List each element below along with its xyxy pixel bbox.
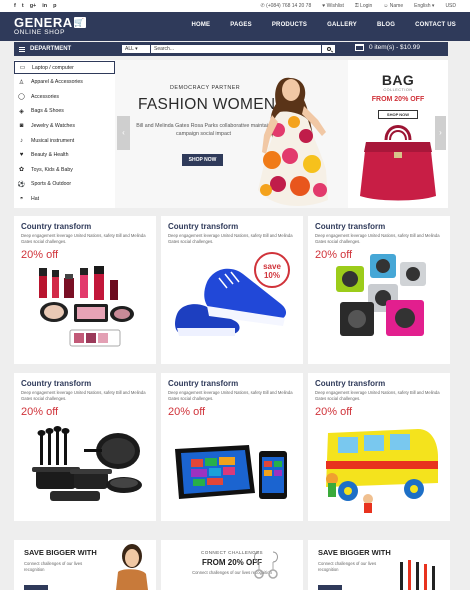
currency-select[interactable]: USD	[445, 3, 456, 9]
menu-icon	[19, 46, 25, 52]
sidebar-item-hat[interactable]: ◓ Hat	[14, 192, 115, 207]
earrings-image	[254, 551, 278, 579]
name-link[interactable]: ☺ Name	[383, 3, 403, 9]
product-card-cookware[interactable]: Country transform Deep engagement levera…	[14, 373, 156, 521]
nav-home[interactable]: HOME	[191, 22, 210, 28]
sidebar-item-apparel[interactable]: ♙ Apparel & Accessories	[14, 75, 115, 90]
sidebar-item-toys[interactable]: ✿ Toys, Kids & Baby	[14, 163, 115, 178]
sidebar-item-beauty[interactable]: ♥ Beauty & Health	[14, 148, 115, 163]
department-toggle[interactable]: DEPARTMENT	[14, 42, 115, 56]
banner-save-bigger-left[interactable]: SAVE BIGGER WITH Connect challenges of o…	[14, 540, 156, 590]
laptop-icon: ▭	[19, 65, 26, 71]
department-label: DEPARTMENT	[30, 46, 72, 52]
banner-from-20-off[interactable]: CONNECT CHALLENGES FROM 20% OFF Connect …	[161, 540, 303, 590]
banner-save-bigger-right[interactable]: SAVE BIGGER WITH Connect challenges of o…	[308, 540, 450, 590]
handbag-image	[360, 125, 436, 201]
hero-slider: ‹ DEMOCRACY PARTNER FASHION WOMEN Bill a…	[115, 60, 350, 208]
heart-icon: ♥	[19, 152, 24, 159]
phone-number: ✆ (+084) 768 14 20 78	[260, 3, 312, 9]
product-card-sneakers[interactable]: Country transform Deep engagement levera…	[161, 216, 303, 364]
product-card-toy-bus[interactable]: Country transform Deep engagement levera…	[308, 373, 450, 521]
cart-text: 0 item(s) - $10.99	[369, 44, 420, 51]
logo-subtitle: ONLINE SHOP	[14, 29, 66, 36]
ball-icon: ⚽	[17, 181, 26, 188]
guitar-icon: ♪	[20, 137, 23, 144]
product-card-tablet[interactable]: Country transform Deep engagement levera…	[161, 373, 303, 521]
cosmetics-image	[39, 266, 134, 347]
sidebar-item-accessories[interactable]: ◯ Accessories	[14, 90, 115, 105]
nav-pages[interactable]: PAGES	[230, 22, 252, 28]
search-icon	[326, 47, 331, 51]
banner-model-image	[116, 544, 148, 590]
google-plus-icon[interactable]: g+	[30, 3, 37, 9]
twitter-icon[interactable]: t	[22, 3, 24, 9]
category-sidebar: ▭ Laptop / computer ♙ Apparel & Accessorie…	[14, 60, 115, 208]
utility-links: ✆ (+084) 768 14 20 78 ♥ Wishlist ⚿ Login…	[260, 3, 456, 9]
kitchen-tools-image	[400, 560, 435, 590]
linkedin-icon[interactable]: in	[42, 3, 47, 9]
facebook-icon[interactable]: f	[14, 3, 16, 9]
sidebar-item-jewelry[interactable]: ◙ Jewelry & Watches	[14, 119, 115, 134]
nav-gallery[interactable]: GALLERY	[327, 22, 357, 28]
hero-shop-now-button[interactable]: SHOP NOW	[182, 154, 223, 166]
search-input[interactable]: Search...	[151, 45, 321, 53]
search-category-select[interactable]: ALL ▾	[122, 45, 150, 53]
shirt-icon: ♙	[18, 79, 25, 86]
nav-blog[interactable]: BLOG	[377, 22, 395, 28]
cookware-image	[32, 426, 142, 501]
nav-contact[interactable]: CONTACT US	[415, 22, 456, 28]
slider-next-button[interactable]: ›	[435, 116, 446, 150]
site-logo[interactable]: GENERA 🛒 ONLINE SHOP	[14, 15, 86, 36]
sidebar-item-music[interactable]: ♪ Musical instrument	[14, 133, 115, 148]
language-select[interactable]: English ▾	[414, 3, 434, 9]
top-utility-bar: f t g+ in p ✆ (+084) 768 14 20 78 ♥ Wish…	[0, 0, 470, 12]
login-link[interactable]: ⚿ Login	[355, 3, 372, 9]
sidebar-item-laptop[interactable]: ▭ Laptop / computer	[14, 61, 115, 74]
sidebar-item-bags[interactable]: ◈ Bags & Shoes	[14, 104, 115, 119]
social-links: f t g+ in p	[14, 3, 57, 9]
save-badge: save 10%	[254, 252, 290, 288]
product-card-cosmetics[interactable]: Country transform Deep engagement levera…	[14, 216, 156, 364]
product-card-speakers[interactable]: Country transform Deep engagement levera…	[308, 216, 450, 364]
cart-summary[interactable]: 0 item(s) - $10.99	[355, 44, 420, 51]
toy-icon: ✿	[18, 167, 25, 174]
hero-model-image	[258, 77, 328, 206]
logo-cart-icon: 🛒	[73, 17, 86, 28]
sidebar-item-sports[interactable]: ⚽ Sports & Outdoor	[14, 177, 115, 192]
watch-icon: ◙	[19, 123, 24, 130]
pinterest-icon[interactable]: p	[53, 3, 56, 9]
speakers-image	[336, 254, 426, 336]
bag-collection-promo[interactable]: BAG COLLECTION FROM 20% OFF SHOP NOW ›	[348, 60, 448, 208]
ring-icon: ◯	[18, 94, 25, 101]
logo-text: GENERA	[14, 15, 73, 30]
main-nav: HOME PAGES PRODUCTS GALLERY BLOG CONTACT…	[191, 22, 456, 28]
toy-bus-image	[326, 429, 438, 513]
bag-icon: ◈	[19, 108, 24, 115]
cart-icon	[355, 44, 364, 51]
hat-icon: ◓	[19, 196, 24, 203]
nav-products[interactable]: PRODUCTS	[272, 22, 307, 28]
sneakers-image	[175, 268, 287, 336]
main-header: GENERA 🛒 ONLINE SHOP HOME PAGES PRODUCTS …	[0, 12, 470, 41]
search-bar: ALL ▾ Search... 0 item(s) - $10.99	[115, 42, 448, 56]
wishlist-link[interactable]: ♥ Wishlist	[322, 3, 344, 9]
tablet-phone-image	[175, 445, 287, 499]
search-button[interactable]	[321, 45, 335, 53]
slider-prev-button[interactable]: ‹	[117, 116, 130, 150]
